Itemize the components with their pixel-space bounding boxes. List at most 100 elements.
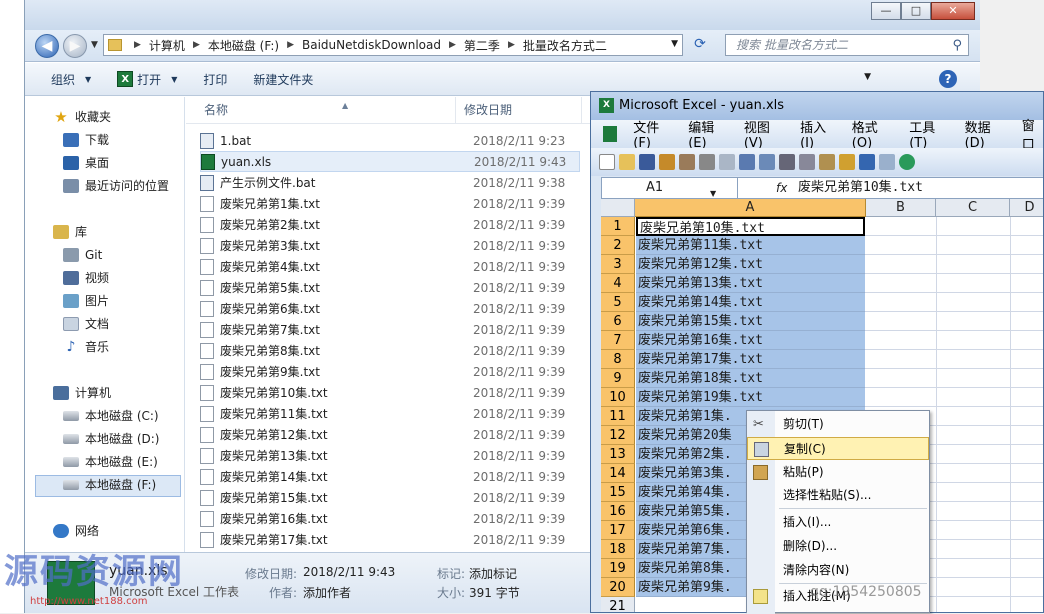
maximize-button[interactable]: □ xyxy=(901,2,931,20)
column-header-a[interactable]: A xyxy=(635,199,866,217)
cell[interactable]: 废柴兄弟第12集.txt xyxy=(636,255,865,274)
row-header[interactable]: 21 xyxy=(601,597,635,612)
minimize-button[interactable]: — xyxy=(871,2,901,20)
menu-edit[interactable]: 编辑(E) xyxy=(688,117,728,151)
close-button[interactable]: ✕ xyxy=(931,2,975,20)
row-header[interactable]: 5 xyxy=(601,293,635,312)
nav-git[interactable]: Git xyxy=(63,245,102,265)
search-input[interactable]: 搜索 批量改名方式二 ⚲ xyxy=(725,34,969,56)
row-header[interactable]: 1 xyxy=(601,217,635,236)
breadcrumb-separator-icon[interactable]: ▶ xyxy=(449,40,456,50)
breadcrumb-season2[interactable]: 第二季 xyxy=(464,37,500,54)
row-header[interactable]: 2 xyxy=(601,236,635,255)
menu-view[interactable]: 视图(V) xyxy=(744,117,784,151)
undo-icon[interactable] xyxy=(859,154,875,170)
workbook-icon[interactable] xyxy=(603,126,618,142)
details-tags-value[interactable]: 添加标记 xyxy=(469,565,517,582)
back-button[interactable]: ◀ xyxy=(35,34,59,58)
row-header[interactable]: 20 xyxy=(601,578,635,597)
nav-desktop[interactable]: 桌面 xyxy=(63,153,109,173)
breadcrumb-baidu[interactable]: BaiduNetdiskDownload xyxy=(302,38,441,52)
menu-format[interactable]: 格式(O) xyxy=(852,117,893,151)
file-row[interactable]: 废柴兄弟第14集.txt2018/2/11 9:39文 xyxy=(200,466,608,487)
nav-libraries[interactable]: 库 xyxy=(53,222,87,242)
row-header[interactable]: 12 xyxy=(601,426,635,445)
file-row[interactable]: 废柴兄弟第13集.txt2018/2/11 9:39文 xyxy=(200,445,608,466)
print-icon[interactable] xyxy=(699,154,715,170)
nav-videos[interactable]: 视频 xyxy=(63,268,109,288)
context-cut[interactable]: ✂ 剪切(T) xyxy=(747,413,929,436)
cut-icon[interactable] xyxy=(779,154,795,170)
name-box[interactable]: A1 ▼ xyxy=(602,178,738,198)
file-row[interactable]: 废柴兄弟第9集.txt2018/2/11 9:39文 xyxy=(200,361,608,382)
column-header-d[interactable]: D xyxy=(1010,199,1043,217)
row-header[interactable]: 11 xyxy=(601,407,635,426)
file-row[interactable]: 废柴兄弟第2集.txt2018/2/11 9:39文 xyxy=(200,214,608,235)
new-folder-button[interactable]: 新建文件夹 xyxy=(253,71,313,88)
hyperlink-icon[interactable] xyxy=(899,154,915,170)
row-header[interactable]: 8 xyxy=(601,350,635,369)
file-row[interactable]: 废柴兄弟第5集.txt2018/2/11 9:39文 xyxy=(200,277,608,298)
address-box[interactable]: ▶ 计算机 ▶ 本地磁盘 (F:) ▶ BaiduNetdiskDownload… xyxy=(103,34,683,56)
breadcrumb-separator-icon[interactable]: ▶ xyxy=(287,40,294,50)
file-row[interactable]: 产生示例文件.bat2018/2/11 9:38W xyxy=(200,172,608,193)
nav-downloads[interactable]: 下载 xyxy=(63,130,109,150)
breadcrumb-separator-icon[interactable]: ▶ xyxy=(508,40,515,50)
search-icon[interactable]: ⚲ xyxy=(952,36,962,56)
nav-drive-e[interactable]: 本地磁盘 (E:) xyxy=(63,452,158,472)
new-icon[interactable] xyxy=(599,154,615,170)
nav-drive-d[interactable]: 本地磁盘 (D:) xyxy=(63,429,159,449)
nav-drive-c[interactable]: 本地磁盘 (C:) xyxy=(63,406,159,426)
nav-pictures[interactable]: 图片 xyxy=(63,291,109,311)
open-icon[interactable] xyxy=(619,154,635,170)
row-header[interactable]: 4 xyxy=(601,274,635,293)
forward-button[interactable]: ▶ xyxy=(63,34,87,58)
select-all-corner[interactable] xyxy=(601,199,635,217)
print-button[interactable]: 打印 xyxy=(203,71,227,88)
nav-drive-f[interactable]: 本地磁盘 (F:) xyxy=(63,475,156,495)
row-header[interactable]: 15 xyxy=(601,483,635,502)
nav-favorites[interactable]: ★ 收藏夹 xyxy=(53,107,111,127)
help-icon[interactable]: ? xyxy=(939,70,957,88)
menu-tools[interactable]: 工具(T) xyxy=(909,117,948,151)
file-row[interactable]: 废柴兄弟第16集.txt2018/2/11 9:39文 xyxy=(200,508,608,529)
email-icon[interactable] xyxy=(679,154,695,170)
context-paste[interactable]: 粘贴(P) xyxy=(747,461,929,484)
cell[interactable]: 废柴兄弟第17集.txt xyxy=(636,350,865,369)
row-header[interactable]: 13 xyxy=(601,445,635,464)
menu-file[interactable]: 文件(F) xyxy=(633,117,672,151)
row-header[interactable]: 14 xyxy=(601,464,635,483)
context-delete[interactable]: 删除(D)... xyxy=(747,535,929,558)
details-author-value[interactable]: 添加作者 xyxy=(303,584,351,601)
file-row[interactable]: 废柴兄弟第11集.txt2018/2/11 9:39文 xyxy=(200,403,608,424)
file-row[interactable]: 废柴兄弟第8集.txt2018/2/11 9:39文 xyxy=(200,340,608,361)
file-row-selected[interactable]: yuan.xls2018/2/11 9:43M xyxy=(200,151,607,172)
row-header[interactable]: 17 xyxy=(601,521,635,540)
breadcrumb-separator-icon[interactable]: ▶ xyxy=(134,40,141,50)
file-row[interactable]: 1.bat2018/2/11 9:23W xyxy=(200,130,608,151)
row-header[interactable]: 16 xyxy=(601,502,635,521)
nav-recent[interactable]: 最近访问的位置 xyxy=(63,176,169,196)
row-header[interactable]: 6 xyxy=(601,312,635,331)
cell[interactable]: 废柴兄弟第14集.txt xyxy=(636,293,865,312)
cell[interactable]: 废柴兄弟第15集.txt xyxy=(636,312,865,331)
menu-data[interactable]: 数据(D) xyxy=(965,117,1006,151)
cell[interactable]: 废柴兄弟第16集.txt xyxy=(636,331,865,350)
file-row[interactable]: 废柴兄弟第17集.txt2018/2/11 9:39文 xyxy=(200,529,608,550)
format-painter-icon[interactable] xyxy=(839,154,855,170)
research-icon[interactable] xyxy=(759,154,775,170)
permission-icon[interactable] xyxy=(659,154,675,170)
cell[interactable]: 废柴兄弟第11集.txt xyxy=(636,236,865,255)
column-header-c[interactable]: C xyxy=(936,199,1010,217)
context-clear-contents[interactable]: 清除内容(N) xyxy=(747,559,929,582)
insert-function-icon[interactable]: fx xyxy=(776,178,787,198)
row-header[interactable]: 10 xyxy=(601,388,635,407)
excel-titlebar[interactable]: X Microsoft Excel - yuan.xls xyxy=(591,92,1043,120)
nav-network[interactable]: 网络 xyxy=(53,521,99,541)
breadcrumb-drive-f[interactable]: 本地磁盘 (F:) xyxy=(208,37,279,54)
context-copy[interactable]: 复制(C) xyxy=(747,437,929,460)
row-header[interactable]: 18 xyxy=(601,540,635,559)
context-paste-special[interactable]: 选择性粘贴(S)... xyxy=(747,484,929,507)
refresh-icon[interactable]: ⟳ xyxy=(689,36,711,56)
print-preview-icon[interactable] xyxy=(719,154,735,170)
